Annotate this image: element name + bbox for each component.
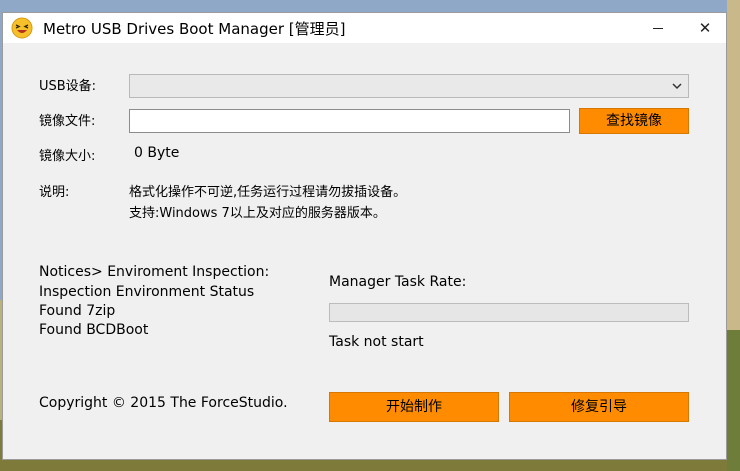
image-file-label: 镜像文件: bbox=[39, 114, 96, 129]
minimize-button[interactable] bbox=[635, 13, 681, 43]
description-line-1: 格式化操作不可逆,任务运行过程请勿拔插设备。 bbox=[129, 185, 407, 200]
description-line-2: 支持:Windows 7以上及对应的服务器版本。 bbox=[129, 206, 386, 221]
minimize-icon bbox=[653, 27, 663, 29]
description-label: 说明: bbox=[39, 185, 70, 200]
task-progress-bar bbox=[329, 303, 689, 322]
usb-device-label: USB设备: bbox=[39, 79, 97, 94]
start-create-button[interactable]: 开始制作 bbox=[329, 392, 499, 422]
notice-line: Found BCDBoot bbox=[39, 322, 149, 338]
close-icon: ✕ bbox=[698, 19, 712, 37]
notice-line: Inspection Environment Status bbox=[39, 284, 255, 300]
chevron-down-icon bbox=[672, 83, 682, 90]
title-bar[interactable]: Metro USB Drives Boot Manager [管理员] ✕ bbox=[3, 13, 726, 43]
notice-line: Notices> Enviroment Inspection: bbox=[39, 264, 270, 280]
usb-device-select[interactable] bbox=[129, 74, 689, 98]
window-title: Metro USB Drives Boot Manager [管理员] bbox=[43, 20, 346, 38]
notice-line: Found 7zip bbox=[39, 303, 116, 319]
image-size-label: 镜像大小: bbox=[39, 149, 96, 164]
image-size-value: 0 Byte bbox=[134, 145, 180, 161]
close-button[interactable]: ✕ bbox=[682, 13, 728, 43]
task-rate-label: Manager Task Rate: bbox=[329, 274, 467, 290]
copyright-text: Copyright © 2015 The ForceStudio. bbox=[39, 395, 288, 411]
image-file-input[interactable] bbox=[129, 109, 570, 133]
smiley-icon bbox=[11, 17, 33, 39]
task-status: Task not start bbox=[329, 334, 424, 350]
app-window: Metro USB Drives Boot Manager [管理员] ✕ US… bbox=[2, 12, 727, 460]
browse-image-button[interactable]: 查找镜像 bbox=[579, 108, 689, 134]
repair-boot-button[interactable]: 修复引导 bbox=[509, 392, 689, 422]
